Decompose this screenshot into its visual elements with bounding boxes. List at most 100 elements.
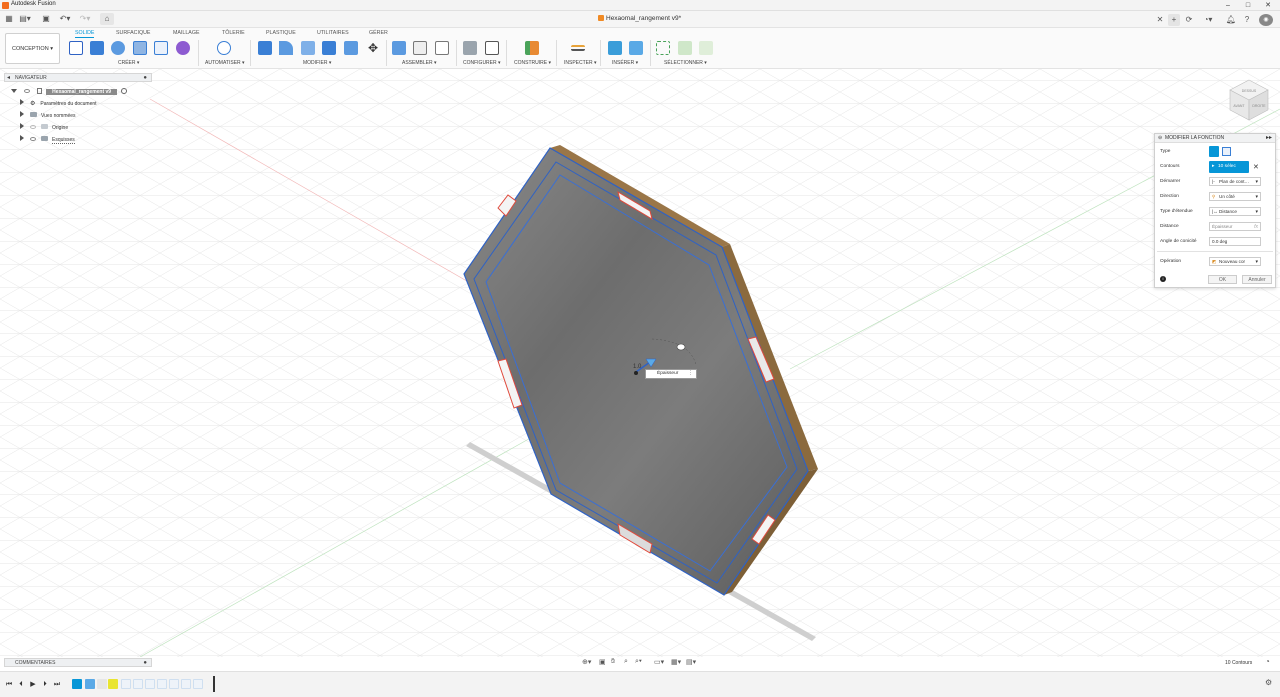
look-at-icon[interactable]: ▣: [599, 658, 606, 666]
grid-settings-icon[interactable]: ▦▾: [671, 658, 681, 666]
close-tab-icon[interactable]: ✕: [1154, 14, 1166, 26]
operation-select[interactable]: ◩ Nouveau cor ▾: [1209, 257, 1261, 266]
expand-icon[interactable]: [20, 99, 24, 105]
viewcube[interactable]: DESSUS AVANT DROITE: [1226, 76, 1272, 122]
cancel-button[interactable]: Annuler: [1242, 275, 1272, 284]
navigator-root[interactable]: Hexaomal_rangement v9: [11, 87, 128, 97]
timeline-item[interactable]: [169, 679, 179, 689]
joint-icon[interactable]: [413, 41, 427, 55]
chamfer-icon[interactable]: [301, 41, 315, 55]
select-icon[interactable]: [656, 41, 670, 55]
new-component-icon[interactable]: [392, 41, 406, 55]
avatar[interactable]: ◉: [1259, 14, 1273, 26]
navigator-header[interactable]: ◂ NAVIGATEUR ●: [4, 73, 152, 82]
more-options-icon[interactable]: ⋮: [688, 370, 693, 378]
timeline-sketch-item[interactable]: [72, 679, 82, 689]
ok-button[interactable]: OK: [1208, 275, 1237, 284]
visibility-icon[interactable]: [24, 89, 31, 93]
extent-type-select[interactable]: |↔ Distance ▾: [1209, 207, 1261, 216]
info-icon[interactable]: i: [1160, 276, 1166, 282]
tab-tolerie[interactable]: TÔLERIE: [222, 30, 245, 36]
timeline-extrude-item[interactable]: [85, 679, 95, 689]
redo-icon[interactable]: ↷▾: [77, 13, 93, 25]
timeline-item[interactable]: [181, 679, 191, 689]
function-icon[interactable]: fx: [1254, 223, 1258, 230]
timeline-settings-icon[interactable]: ⚙: [1265, 678, 1272, 687]
group-modifier[interactable]: MODIFIER ▾: [303, 60, 331, 66]
notifications-icon[interactable]: 🔔︎: [1225, 14, 1237, 26]
go-to-start-icon[interactable]: ⏮: [5, 680, 13, 689]
timeline-item[interactable]: [145, 679, 155, 689]
type-solid-icon[interactable]: [1209, 146, 1219, 157]
workspace-switcher[interactable]: CONCEPTION ▾: [5, 33, 60, 64]
undo-icon[interactable]: ↶▾: [57, 13, 73, 25]
fit-icon[interactable]: ⌕▾: [635, 658, 642, 666]
timeline-item[interactable]: [157, 679, 167, 689]
group-automatiser[interactable]: AUTOMATISER ▾: [205, 60, 245, 66]
direction-select[interactable]: ⚲ Un côté ▾: [1209, 192, 1261, 201]
revolve-icon[interactable]: [111, 41, 125, 55]
distance-input-tag[interactable]: Épaisseur ⋮: [645, 369, 697, 379]
timeline-selected-item[interactable]: [108, 679, 118, 689]
tab-utilitaires[interactable]: UTILITAIRES: [317, 30, 349, 36]
tab-maillage[interactable]: MAILLAGE: [173, 30, 200, 36]
timeline-item[interactable]: [133, 679, 143, 689]
display-settings-icon[interactable]: ▭▾: [654, 658, 664, 666]
job-status-icon[interactable]: ◔▾: [1200, 14, 1216, 26]
panel-header[interactable]: ⊖ MODIFIER LA FONCTION ▸▸: [1155, 134, 1275, 143]
app-grid-icon[interactable]: ▦: [3, 13, 15, 25]
expand-icon[interactable]: [20, 135, 24, 141]
shell-icon[interactable]: [322, 41, 336, 55]
minimize-button[interactable]: –: [1218, 0, 1238, 11]
document-tab[interactable]: Hexaomal_rangement v9*: [598, 15, 681, 22]
maximize-button[interactable]: □: [1238, 0, 1258, 11]
extrude-icon[interactable]: [90, 41, 104, 55]
clear-selection-icon[interactable]: ✕: [1253, 163, 1259, 171]
close-button[interactable]: ✕: [1258, 0, 1278, 11]
timeline-item[interactable]: [193, 679, 203, 689]
collapse-icon[interactable]: ◂: [7, 74, 10, 82]
help-icon[interactable]: ?: [1241, 14, 1253, 26]
expand-icon[interactable]: [11, 89, 17, 93]
navigator-item-named-views[interactable]: Vues nommées: [20, 111, 76, 121]
press-pull-icon[interactable]: [258, 41, 272, 55]
zoom-icon[interactable]: ⌕: [624, 658, 628, 666]
navigator-item-origin[interactable]: Origine: [20, 123, 68, 133]
tab-plastique[interactable]: PLASTIQUE: [266, 30, 296, 36]
timeline-item[interactable]: [97, 679, 107, 689]
combine-icon[interactable]: [344, 41, 358, 55]
navigator-item-document-settings[interactable]: ⚙ Paramètres du document: [20, 99, 97, 109]
new-tab-icon[interactable]: +: [1168, 14, 1180, 26]
select-filter-icon[interactable]: [699, 41, 713, 55]
timeline-item[interactable]: [121, 679, 131, 689]
construct-plane-icon[interactable]: [525, 41, 539, 55]
tab-gerer[interactable]: GÉRER: [369, 30, 388, 36]
move-icon[interactable]: ✥: [366, 41, 380, 55]
configure-icon[interactable]: [463, 41, 477, 55]
distance-input[interactable]: Épaisseur fx: [1209, 222, 1261, 231]
measure-icon[interactable]: [571, 45, 585, 51]
start-select[interactable]: |- Plan de cont… ▾: [1209, 177, 1261, 186]
save-icon[interactable]: ▣: [40, 13, 52, 25]
group-construire[interactable]: CONSTRUIRE ▾: [514, 60, 551, 66]
file-menu-icon[interactable]: ▤▾: [18, 13, 32, 25]
tab-surfacique[interactable]: SURFACIQUE: [116, 30, 150, 36]
group-inserer[interactable]: INSÉRER ▾: [612, 60, 638, 66]
activate-icon[interactable]: [121, 88, 128, 94]
step-forward-icon[interactable]: ⏵: [41, 680, 49, 689]
fillet-icon[interactable]: [279, 41, 293, 55]
pattern-icon[interactable]: [154, 41, 168, 55]
comments-pin-icon[interactable]: ●: [143, 659, 147, 667]
go-to-end-icon[interactable]: ⏭: [53, 680, 61, 689]
group-assembler[interactable]: ASSEMBLER ▾: [402, 60, 436, 66]
group-creer[interactable]: CRÉER ▾: [118, 60, 139, 66]
tab-solide[interactable]: SOLIDE: [75, 30, 95, 38]
parameters-table-icon[interactable]: [485, 41, 499, 55]
viewports-icon[interactable]: ▤▾: [686, 658, 696, 666]
orbit-constrained-icon[interactable]: ⊕▾: [582, 658, 591, 666]
insert-image-icon[interactable]: [629, 41, 643, 55]
automate-icon[interactable]: [217, 41, 231, 55]
type-thin-icon[interactable]: [1222, 147, 1231, 156]
visibility-icon[interactable]: [30, 125, 36, 129]
home-icon[interactable]: ⌂: [100, 13, 114, 25]
